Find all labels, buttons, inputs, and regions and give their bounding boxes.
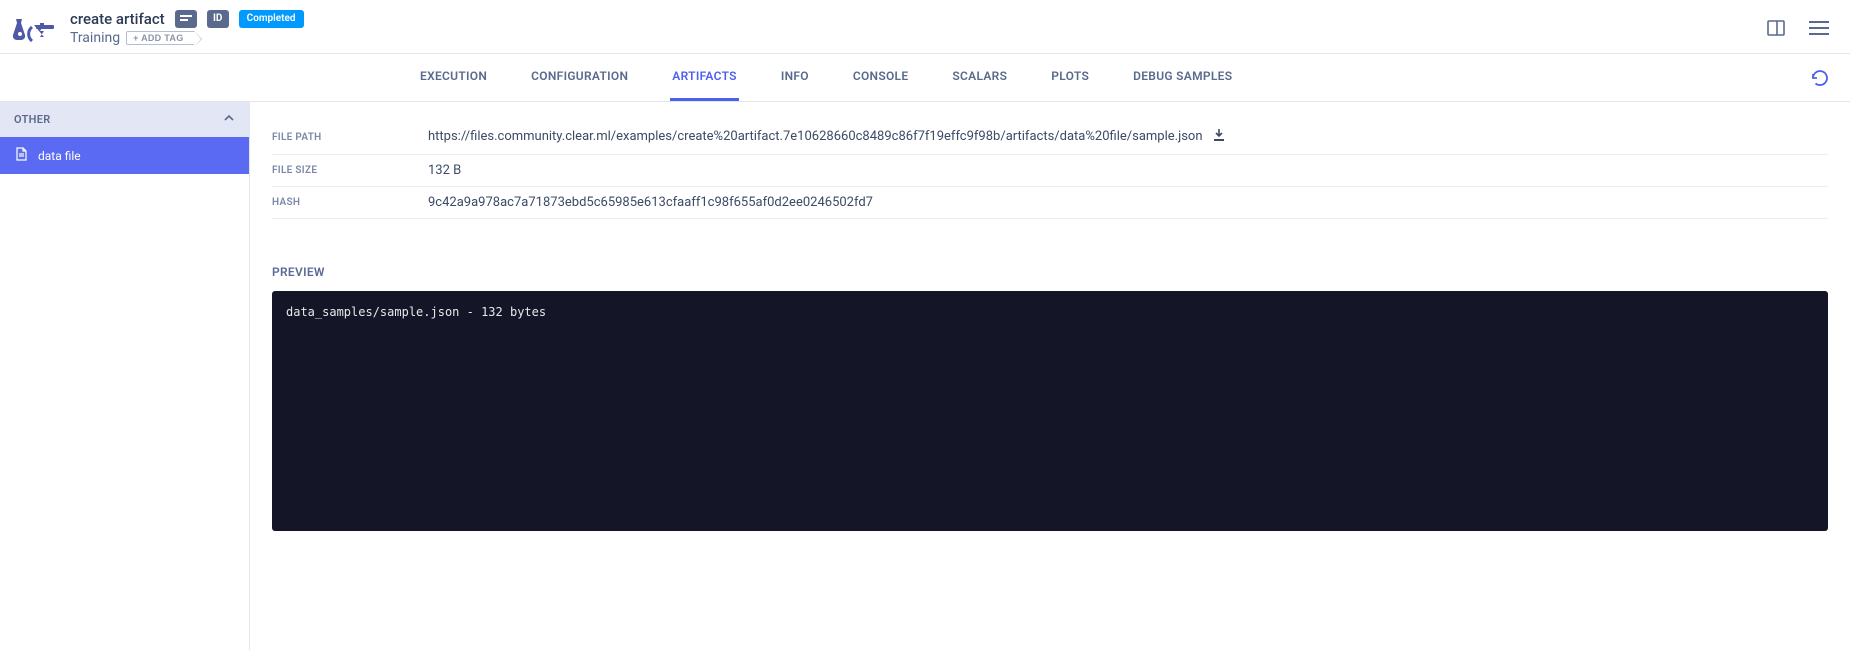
tab-console[interactable]: CONSOLE xyxy=(851,54,911,101)
tab-info[interactable]: INFO xyxy=(779,54,811,101)
hamburger-menu-icon[interactable] xyxy=(1808,18,1830,38)
header: create artifact ID Completed Training + … xyxy=(0,0,1850,54)
row-hash: HASH 9c42a9a978ac7a71873ebd5c65985e613cf… xyxy=(272,187,1828,219)
body: OTHER data file FILE PATH https://files.… xyxy=(0,102,1850,650)
row-file-size: FILE SIZE 132 B xyxy=(272,155,1828,187)
file-size-value: 132 B xyxy=(428,163,461,178)
sidebar-section-label: OTHER xyxy=(14,113,51,126)
preview-label: PREVIEW xyxy=(272,265,1828,279)
file-path-value[interactable]: https://files.community.clear.ml/example… xyxy=(428,129,1203,144)
sidebar-section-other[interactable]: OTHER xyxy=(0,102,249,137)
id-chip[interactable]: ID xyxy=(207,10,229,28)
refresh-icon[interactable] xyxy=(1810,68,1830,88)
file-size-label: FILE SIZE xyxy=(272,165,418,176)
tab-configuration[interactable]: CONFIGURATION xyxy=(529,54,630,101)
note-chip-icon[interactable] xyxy=(175,10,197,28)
add-tag-button[interactable]: + ADD TAG xyxy=(126,31,194,45)
logo xyxy=(10,13,54,43)
header-left: create artifact ID Completed Training + … xyxy=(10,10,304,46)
content: FILE PATH https://files.community.clear.… xyxy=(250,102,1850,650)
title-block: create artifact ID Completed Training + … xyxy=(70,10,304,46)
file-path-label: FILE PATH xyxy=(272,132,418,143)
sidebar-item-label: data file xyxy=(38,149,81,163)
hash-label: HASH xyxy=(272,197,418,208)
tab-artifacts[interactable]: ARTIFACTS xyxy=(670,54,739,101)
hash-value: 9c42a9a978ac7a71873ebd5c65985e613cfaaff1… xyxy=(428,195,873,210)
panel-layout-icon[interactable] xyxy=(1766,18,1786,38)
page-subtitle: Training xyxy=(70,30,120,46)
tab-execution[interactable]: EXECUTION xyxy=(418,54,489,101)
tab-debug-samples[interactable]: DEBUG SAMPLES xyxy=(1131,54,1234,101)
tab-plots[interactable]: PLOTS xyxy=(1049,54,1091,101)
tabs-row: EXECUTION CONFIGURATION ARTIFACTS INFO C… xyxy=(0,54,1850,102)
page-title: create artifact xyxy=(70,10,165,28)
header-right xyxy=(1766,18,1830,38)
sidebar-item-data-file[interactable]: data file xyxy=(0,137,249,174)
download-icon[interactable] xyxy=(1212,128,1226,146)
sidebar: OTHER data file xyxy=(0,102,250,650)
tabs: EXECUTION CONFIGURATION ARTIFACTS INFO C… xyxy=(418,54,1234,101)
row-file-path: FILE PATH https://files.community.clear.… xyxy=(272,120,1828,155)
tab-scalars[interactable]: SCALARS xyxy=(950,54,1009,101)
preview-content: data_samples/sample.json - 132 bytes xyxy=(272,291,1828,531)
status-badge: Completed xyxy=(239,10,304,28)
file-icon xyxy=(14,147,28,164)
chevron-up-icon xyxy=(223,112,235,127)
